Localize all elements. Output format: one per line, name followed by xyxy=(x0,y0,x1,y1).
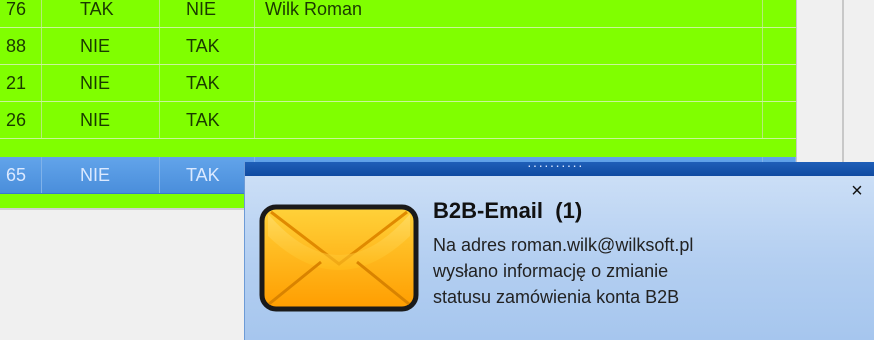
cell-name xyxy=(255,102,763,138)
cell-flag-b: TAK xyxy=(160,65,255,101)
cell-extra xyxy=(763,102,796,138)
notification-title: B2B-Email (1) xyxy=(433,198,583,223)
cell-id: 76 xyxy=(0,0,42,27)
notification-popup[interactable]: ·········· × B2B-Email (1) Na adres roma… xyxy=(244,157,874,340)
cell-name xyxy=(255,65,763,101)
table-row[interactable]: 88 NIE TAK xyxy=(0,28,796,65)
table-row[interactable] xyxy=(0,139,796,157)
cell-flag-b: NIE xyxy=(160,0,255,27)
cell-flag-a: NIE xyxy=(42,65,160,101)
cell-id: 26 xyxy=(0,102,42,138)
cell-flag-a: NIE xyxy=(42,102,160,138)
cell-extra xyxy=(763,65,796,101)
cell-id: 65 xyxy=(0,157,42,193)
close-icon[interactable]: × xyxy=(848,181,866,201)
cell-flag-a: NIE xyxy=(42,28,160,64)
envelope-icon xyxy=(259,204,419,312)
drag-grip-icon[interactable]: ·········· xyxy=(527,157,584,173)
cell-name xyxy=(255,28,763,64)
cell-extra xyxy=(763,0,796,27)
cell-flag-b: TAK xyxy=(160,28,255,64)
notification-title-bar[interactable]: ·········· xyxy=(245,157,874,176)
table-row[interactable]: 21 NIE TAK xyxy=(0,65,796,102)
cell-name: Wilk Roman xyxy=(255,0,763,27)
cell-flag-b: TAK xyxy=(160,102,255,138)
notification-message-line: Na adres roman.wilk@wilksoft.pl xyxy=(433,235,694,255)
cell-flag-b: TAK xyxy=(160,157,255,193)
notification-message-line: wysłano informację o zmianie xyxy=(433,261,669,281)
table-row[interactable]: 76 TAK NIE Wilk Roman xyxy=(0,0,796,28)
cell-flag-a: NIE xyxy=(42,157,160,193)
cell-id: 88 xyxy=(0,28,42,64)
cell-extra xyxy=(763,28,796,64)
table-row[interactable]: 26 NIE TAK xyxy=(0,102,796,139)
notification-message-line: statusu zamówienia konta B2B xyxy=(433,287,680,307)
cell-id: 21 xyxy=(0,65,42,101)
cell-flag-a: TAK xyxy=(42,0,160,27)
